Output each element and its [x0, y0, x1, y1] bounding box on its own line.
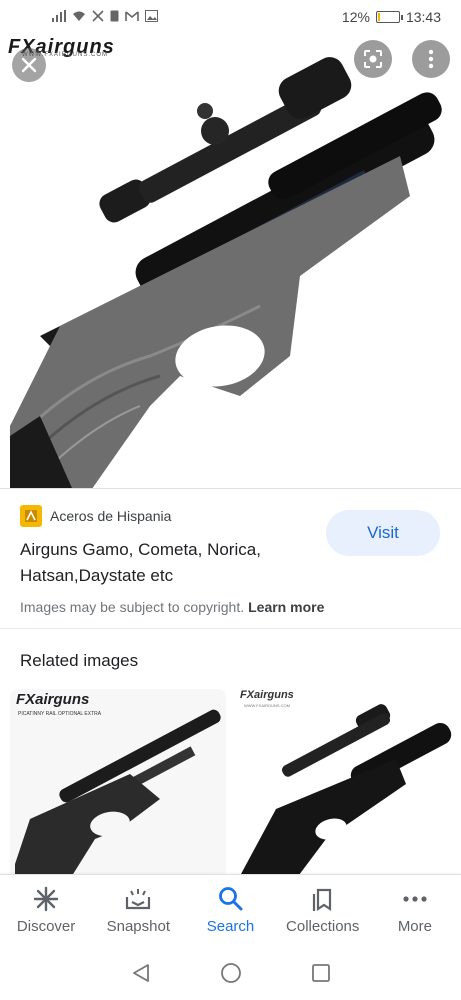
nav-discover[interactable]: Discover — [0, 875, 92, 946]
lens-icon — [364, 50, 382, 68]
more-vert-icon — [428, 49, 434, 69]
result-title[interactable]: Airguns Gamo, Cometa, Norica, Hatsan,Day… — [20, 537, 320, 589]
learn-more-link[interactable]: Learn more — [248, 599, 324, 615]
nav-more[interactable]: More — [369, 875, 461, 946]
clock: 13:43 — [405, 9, 441, 25]
status-icons — [52, 10, 158, 22]
related-image-1-picture — [10, 689, 226, 879]
visit-button[interactable]: Visit — [326, 510, 440, 556]
lens-button[interactable] — [354, 40, 392, 78]
system-navigation — [0, 946, 461, 1000]
airgun-image — [10, 57, 442, 488]
source-name[interactable]: Aceros de Hispania — [50, 508, 171, 524]
nav-more-label: More — [397, 918, 432, 935]
recents-icon[interactable] — [310, 962, 332, 984]
copyright-notice: Images may be subject to copyright. Learn… — [20, 599, 324, 615]
copyright-text: Images may be subject to copyright. — [20, 599, 245, 615]
close-icon — [21, 57, 37, 73]
gallery-icon — [145, 10, 158, 22]
gmail-icon — [125, 11, 139, 21]
no-mobile-data-icon — [92, 10, 104, 22]
related-image-1[interactable]: FXairguns PICATINNY RAIL OPTIONAL EXTRA — [10, 689, 226, 879]
search-icon — [217, 886, 245, 912]
nav-search[interactable]: Search — [184, 875, 276, 946]
nav-discover-label: Discover — [16, 918, 76, 935]
nav-collections[interactable]: Collections — [277, 875, 369, 946]
nav-snapshot[interactable]: Snapshot — [92, 875, 184, 946]
more-options-button[interactable] — [412, 40, 450, 78]
status-bar: 12% 13:43 — [0, 0, 461, 36]
related-image-1-brand: FXairguns — [16, 691, 90, 708]
related-image-1-caption: PICATINNY RAIL OPTIONAL EXTRA — [18, 711, 102, 717]
status-right: 12% 13:43 — [342, 9, 441, 25]
battery-level — [377, 13, 380, 21]
bottom-navigation: Discover Snapshot Search Collections Mor… — [0, 874, 461, 946]
hero-image[interactable]: FXairguns WWW.FXAIRGUNS.COM — [0, 36, 461, 488]
battery-icon — [375, 11, 403, 23]
back-icon[interactable] — [130, 962, 152, 984]
related-images-section: Related images FXairguns PICATINNY RAIL … — [0, 628, 461, 879]
nav-search-label: Search — [206, 918, 255, 935]
close-button[interactable] — [12, 48, 46, 82]
collections-icon — [309, 886, 337, 912]
nav-snapshot-label: Snapshot — [106, 918, 170, 935]
related-image-2[interactable]: FXairguns WWW.FXAIRGUNS.COM — [236, 689, 452, 879]
nav-collections-label: Collections — [286, 918, 360, 935]
related-image-2-picture — [236, 689, 452, 879]
related-image-2-caption: WWW.FXAIRGUNS.COM — [244, 703, 290, 708]
result-info: Aceros de Hispania Airguns Gamo, Cometa,… — [0, 488, 461, 628]
source-favicon-icon — [20, 505, 42, 527]
related-image-2-brand: FXairguns — [240, 689, 294, 701]
source-row[interactable]: Aceros de Hispania — [20, 505, 171, 527]
snapshot-icon — [124, 886, 152, 912]
battery-percent: 12% — [341, 9, 370, 25]
wifi-icon — [73, 11, 85, 21]
more-dots-icon — [401, 886, 429, 912]
home-icon[interactable] — [220, 962, 242, 984]
sim-icon — [110, 10, 119, 22]
signal-icon — [52, 10, 66, 22]
related-images-title: Related images — [20, 651, 139, 670]
asterisk-icon — [32, 886, 60, 912]
